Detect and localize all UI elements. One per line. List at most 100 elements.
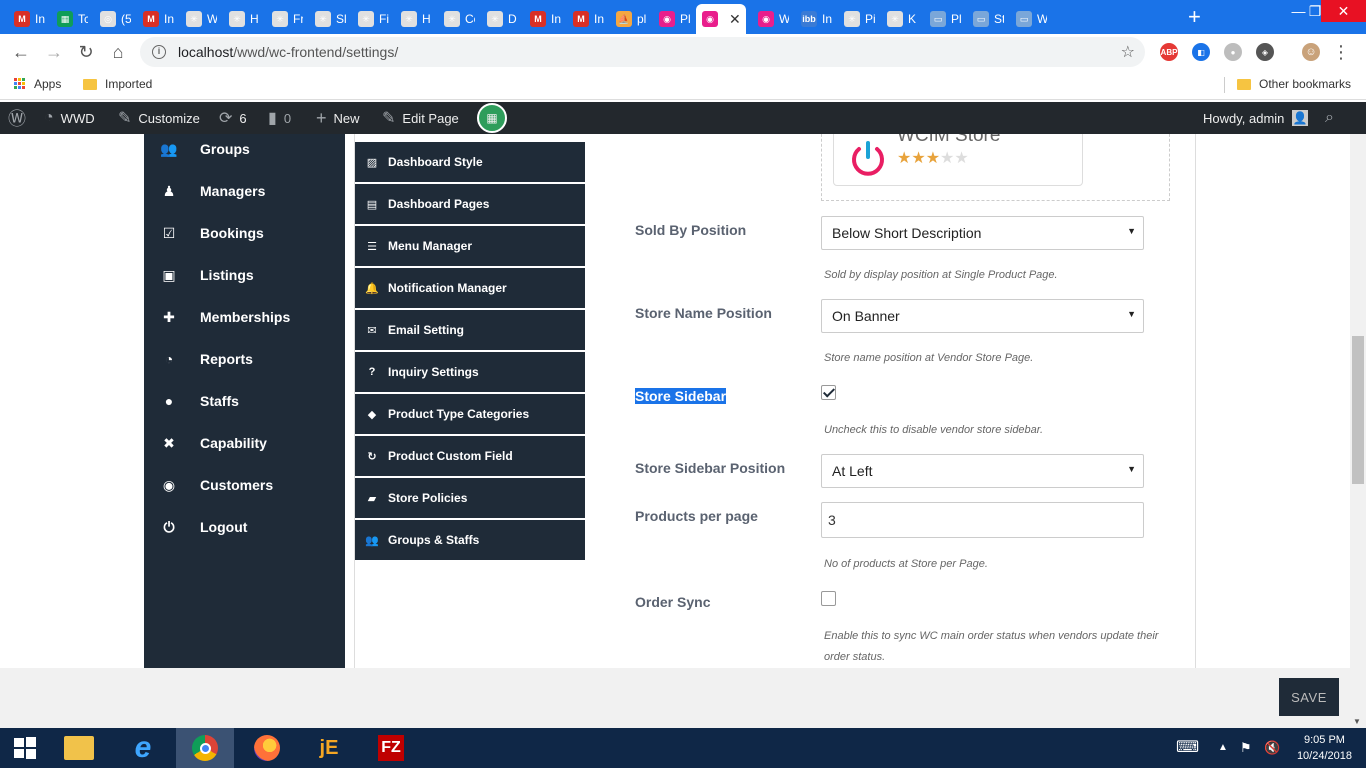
sidebar-item-groups[interactable]: 👥 Groups <box>144 134 345 170</box>
browser-tab[interactable]: M In <box>524 4 561 34</box>
taskbar-firefox[interactable] <box>238 728 296 768</box>
adminbar-wcfm-badge[interactable]: ▦ <box>477 102 507 134</box>
sidebar-item-customers[interactable]: ◉ Customers <box>144 464 345 506</box>
browser-tab[interactable]: ◉ ✕ <box>696 4 746 34</box>
adminbar-comments[interactable]: ▮ 0 <box>268 102 291 134</box>
wp-logo[interactable]: Ⓦ <box>8 102 26 134</box>
browser-tab[interactable]: ✳ H <box>223 4 260 34</box>
submenu-item[interactable]: 👥 Groups & Staffs <box>355 520 585 560</box>
volume-muted-icon[interactable]: 🔇 <box>1264 740 1280 756</box>
bookmark-imported[interactable]: Imported <box>83 77 152 91</box>
browser-tab[interactable]: ✳ H <box>395 4 432 34</box>
browser-tab[interactable]: ✳ Fr <box>266 4 303 34</box>
browser-tab[interactable]: ✳ Fi <box>352 4 389 34</box>
new-tab-button[interactable]: + <box>1188 6 1201 28</box>
store-name-position-select[interactable]: On Banner ▼ <box>821 299 1144 333</box>
browser-tab[interactable]: ▦ Tc <box>51 4 88 34</box>
browser-tab[interactable]: ✳ Cc <box>438 4 475 34</box>
forward-icon[interactable]: → <box>43 41 65 63</box>
save-button[interactable]: SAVE <box>1279 678 1339 716</box>
star-filled-icon: ★ <box>897 150 912 167</box>
window-close-button[interactable]: ✕ <box>1321 0 1366 22</box>
sidebar-item-bookings[interactable]: ☑ Bookings <box>144 212 345 254</box>
sidebar-item-memberships[interactable]: ✚ Memberships <box>144 296 345 338</box>
browser-tab[interactable]: ◎ (5 <box>94 4 131 34</box>
products-per-page-input[interactable]: 3 <box>821 502 1144 538</box>
address-bar[interactable]: i localhost/wwd/wc-frontend/settings/ ☆ <box>140 37 1145 67</box>
taskbar-chrome[interactable] <box>176 728 234 768</box>
taskbar-filezilla[interactable]: FZ <box>362 728 420 768</box>
bookmark-other[interactable]: Other bookmarks <box>1237 77 1351 91</box>
order-sync-checkbox[interactable] <box>821 591 836 606</box>
submenu-item[interactable]: 🔔 Notification Manager <box>355 268 585 308</box>
sidebar-item-listings[interactable]: ▣ Listings <box>144 254 345 296</box>
submenu-item[interactable]: ◆ Product Type Categories <box>355 394 585 434</box>
browser-tab[interactable]: ✳ D <box>481 4 518 34</box>
browser-tab[interactable]: ✳ W <box>180 4 217 34</box>
bookmark-star-icon[interactable]: ☆ <box>1121 42 1135 62</box>
extension-icon[interactable]: ● <box>1224 43 1242 61</box>
browser-tab[interactable]: M In <box>137 4 174 34</box>
adminbar-howdy: Howdy, admin <box>1203 110 1285 126</box>
submenu-item[interactable]: ▤ Dashboard Pages <box>355 184 585 224</box>
adminbar-account[interactable]: Howdy, admin 👤 <box>1203 102 1309 134</box>
submenu-item[interactable]: ☰ Menu Manager <box>355 226 585 266</box>
browser-tab[interactable]: ✳ K <box>881 4 918 34</box>
tab-close-icon[interactable]: ✕ <box>729 11 741 28</box>
browser-tab[interactable]: ibb In <box>795 4 832 34</box>
submenu-item-label: Notification Manager <box>388 281 507 295</box>
browser-tab[interactable]: ✳ Sl <box>309 4 346 34</box>
browser-tab[interactable]: ▭ Pl <box>924 4 961 34</box>
adminbar-search[interactable]: ⌕ <box>1325 102 1334 134</box>
browser-tab[interactable]: ◉ W <box>752 4 789 34</box>
adminbar-edit-page[interactable]: ✎ Edit Page <box>382 102 459 134</box>
browser-tab[interactable]: ▭ St <box>967 4 1004 34</box>
profile-avatar[interactable]: ☺ <box>1302 43 1320 61</box>
bookmark-apps[interactable]: Apps <box>14 77 61 91</box>
submenu-item[interactable]: ↻ Product Custom Field <box>355 436 585 476</box>
store-sidebar-position-select[interactable]: At Left ▼ <box>821 454 1144 488</box>
extension-icon[interactable]: ABP <box>1160 43 1178 61</box>
start-button[interactable] <box>0 728 50 768</box>
scrollbar-thumb[interactable] <box>1352 336 1364 484</box>
sidebar-item-label: Logout <box>200 519 248 535</box>
sidebar-item-capability[interactable]: ✖ Capability <box>144 422 345 464</box>
browser-tab[interactable]: ▭ W <box>1010 4 1047 34</box>
adminbar-site[interactable]: ◔ WWD <box>44 102 95 134</box>
adminbar-new[interactable]: + New <box>316 102 360 134</box>
adminbar-updates[interactable]: ⟳ 6 <box>219 102 247 134</box>
network-alert-icon[interactable]: ⚑ <box>1240 740 1252 756</box>
avatar-icon: 👤 <box>1292 110 1309 126</box>
extension-icon[interactable]: ◧ <box>1192 43 1210 61</box>
page-scrollbar[interactable]: ▼ <box>1350 134 1366 728</box>
submenu-item[interactable]: ▰ Store Policies <box>355 478 585 518</box>
tray-chevron-icon[interactable]: ▲ <box>1218 742 1228 753</box>
adminbar-customize[interactable]: ✎ Customize <box>118 102 200 134</box>
sidebar-item-logout[interactable]: ⏻ Logout <box>144 506 345 548</box>
browser-tab[interactable]: M In <box>567 4 604 34</box>
taskbar-clock[interactable]: 9:05 PM 10/24/2018 <box>1297 732 1352 764</box>
sidebar-item-staffs[interactable]: ● Staffs <box>144 380 345 422</box>
submenu-item[interactable]: ? Inquiry Settings <box>355 352 585 392</box>
browser-tab[interactable]: ✳ Pi <box>838 4 875 34</box>
browser-tab[interactable]: M In <box>8 4 45 34</box>
back-icon[interactable]: ← <box>10 41 32 63</box>
sidebar-item-managers[interactable]: ♟ Managers <box>144 170 345 212</box>
chrome-menu-icon[interactable]: ⋮ <box>1330 41 1352 63</box>
browser-tab[interactable]: ◉ Pl <box>653 4 690 34</box>
taskbar-file-explorer[interactable] <box>50 728 108 768</box>
browser-tab[interactable]: ⛵ pl <box>610 4 647 34</box>
sold-by-position-select[interactable]: Below Short Description ▼ <box>821 216 1144 250</box>
taskbar-internet-explorer[interactable]: e <box>114 728 172 768</box>
keyboard-icon[interactable]: ⌨ <box>1176 737 1199 757</box>
store-sidebar-checkbox[interactable] <box>821 385 836 400</box>
reload-icon[interactable]: ↻ <box>75 41 97 63</box>
submenu-item[interactable]: ✉ Email Setting <box>355 310 585 350</box>
extension-icon[interactable]: ◈ <box>1256 43 1274 61</box>
sidebar-item-reports[interactable]: ◔ Reports <box>144 338 345 380</box>
site-info-icon[interactable]: i <box>152 45 166 59</box>
taskbar-jedit[interactable]: jE <box>300 728 358 768</box>
scroll-down-arrow-icon[interactable]: ▼ <box>1353 717 1361 726</box>
home-icon[interactable]: ⌂ <box>107 41 129 63</box>
submenu-item[interactable]: ▨ Dashboard Style <box>355 142 585 182</box>
